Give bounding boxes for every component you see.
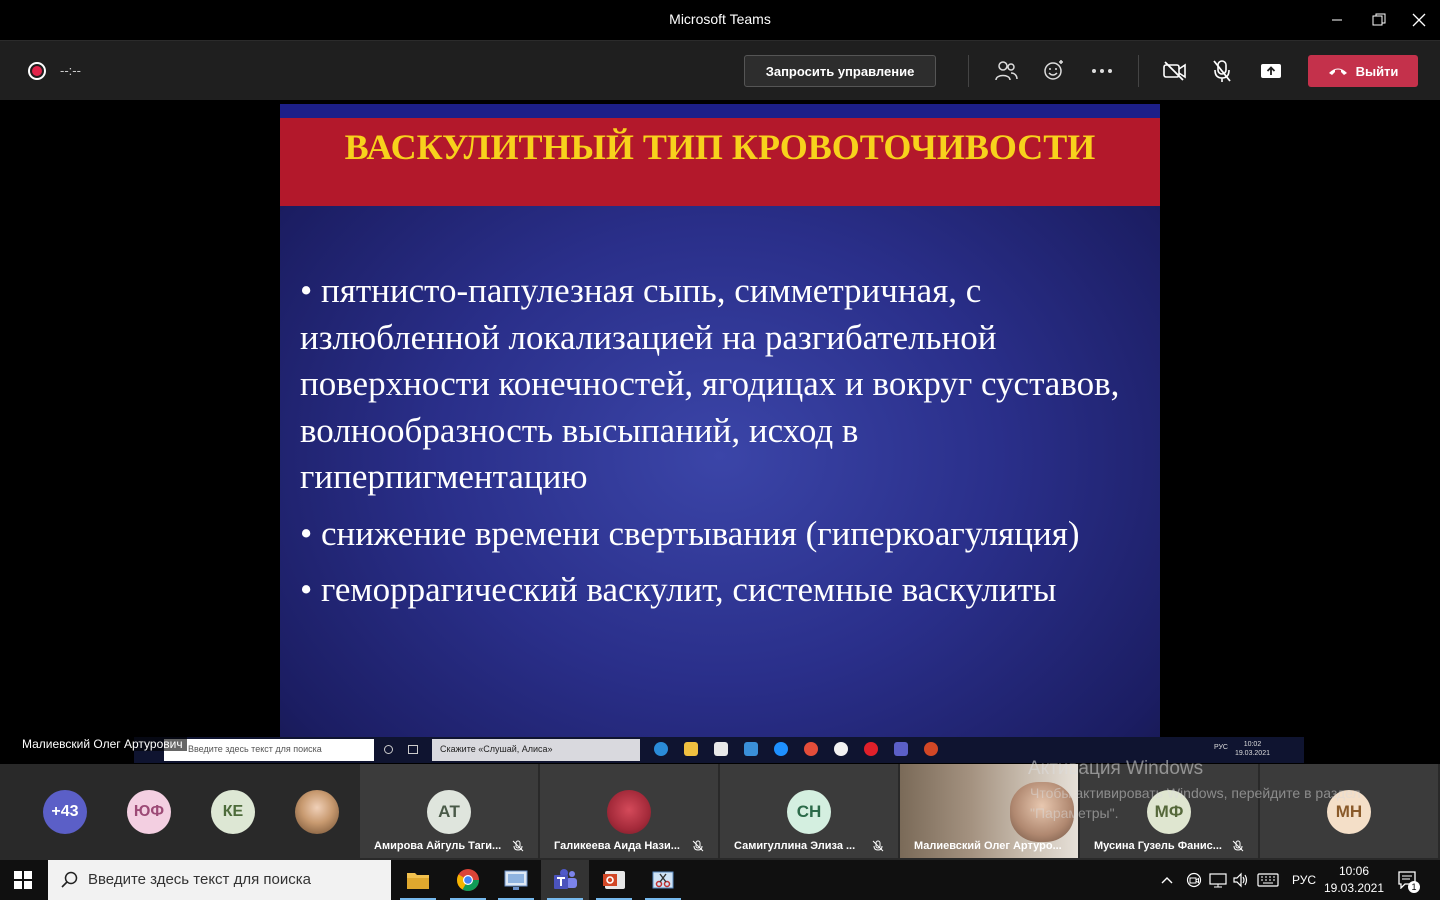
presenter-name: Малиевский Олег Артурович [18, 737, 187, 751]
minimize-icon[interactable] [1314, 0, 1360, 40]
hang-up-icon [1328, 68, 1347, 75]
avatar[interactable]: ЮФ [127, 790, 171, 834]
cortana-icon [384, 745, 393, 754]
teams-icon [894, 742, 908, 756]
presenter-search-box: Введите здесь текст для поиска [164, 739, 374, 761]
leave-button[interactable]: Выйти [1308, 55, 1418, 87]
opera-icon [864, 742, 878, 756]
meeting-toolbar: --:-- Запросить управление Выйти [0, 40, 1440, 100]
close-icon[interactable] [1396, 0, 1440, 40]
reactions-icon[interactable] [1040, 57, 1068, 85]
title-bar: Microsoft Teams [0, 0, 1440, 40]
shared-screen: ВАСКУЛИТНЫЙ ТИП КРОВОТОЧИВОСТИ • пятнист… [0, 100, 1440, 764]
notification-badge: 1 [1408, 881, 1420, 893]
participant-name: Малиевский Олег Артуро... [914, 840, 1062, 852]
participant-name: Амирова Айгуль Таги... [374, 840, 502, 852]
task-view-icon [408, 745, 418, 754]
presentation-slide: ВАСКУЛИТНЫЙ ТИП КРОВОТОЧИВОСТИ • пятнист… [280, 104, 1160, 744]
yandex-icon [834, 742, 848, 756]
scissors-icon [652, 871, 674, 889]
presentation-icon [603, 871, 625, 889]
windows-activation-text: Чтобы активировать Windows, перейдите в … [1030, 785, 1361, 821]
mail-icon [744, 742, 758, 756]
overflow-participants[interactable]: +43 [43, 790, 87, 834]
request-control-button[interactable]: Запросить управление [744, 55, 936, 87]
mic-muted-icon [1232, 840, 1244, 852]
mic-muted-icon [512, 840, 524, 852]
slide-bullet: • пятнисто-папулезная сыпь, симметричная… [300, 271, 1120, 496]
slide-title: ВАСКУЛИТНЫЙ ТИП КРОВОТОЧИВОСТИ [344, 127, 1096, 167]
presenter-time: 10:02 [1243, 741, 1262, 748]
windows-activation-title: Активация Windows [1028, 758, 1204, 779]
avatar-photo[interactable] [295, 790, 339, 834]
slide-bullet: • снижение времени свертывания (гиперкоа… [300, 513, 1080, 553]
window-title: Microsoft Teams [669, 11, 771, 27]
taskbar-teams[interactable] [541, 860, 589, 900]
camera-off-icon[interactable] [1161, 57, 1189, 85]
avatar: АТ [427, 790, 471, 834]
monitor-icon [504, 870, 528, 890]
toolbar-divider [1138, 55, 1139, 87]
taskbar-search-placeholder: Введите здесь текст для поиска [88, 871, 311, 888]
powerpoint-icon [924, 742, 938, 756]
participants-icon[interactable] [992, 57, 1020, 85]
volume-icon[interactable] [1232, 860, 1250, 900]
taskbar-clock[interactable]: 10:06 19.03.2021 [1322, 863, 1386, 897]
avatar[interactable]: КЕ [211, 790, 255, 834]
taskbar-powerpoint[interactable] [590, 860, 638, 900]
leave-label: Выйти [1355, 63, 1399, 79]
folder-icon [407, 873, 429, 889]
network-icon[interactable] [1209, 860, 1227, 900]
recording-indicator-icon [28, 62, 46, 80]
edge-icon [654, 742, 668, 756]
input-language[interactable]: РУС [1292, 860, 1316, 900]
toolbar-divider [968, 55, 969, 87]
alice-search-box: Скажите «Слушай, Алиса» [432, 739, 640, 761]
slide-bullet: • геморрагический васкулит, системные ва… [300, 570, 1057, 609]
taskbar-explorer[interactable] [394, 860, 442, 900]
chrome-icon [457, 869, 479, 891]
windows-taskbar: Введите здесь текст для поиска РУС 10:06… [0, 860, 1440, 900]
more-options-icon[interactable] [1088, 57, 1116, 85]
teams-icon [554, 869, 577, 889]
mic-off-icon[interactable] [1208, 57, 1236, 85]
ie-icon [774, 742, 788, 756]
participant-name: Галикеева Аида Нази... [554, 840, 680, 852]
taskbar-search-input[interactable]: Введите здесь текст для поиска [48, 860, 391, 900]
presenter-date: 19.03.2021 [1234, 750, 1270, 757]
presenter-clock: 10:02 19.03.2021 [1235, 740, 1270, 758]
share-screen-icon[interactable] [1257, 57, 1285, 85]
chrome-icon [804, 742, 818, 756]
avatar: СН [787, 790, 831, 834]
presenter-tray-lang: РУС [1213, 744, 1228, 751]
participant-tile[interactable]: СН Самигуллина Элиза ... [720, 764, 898, 858]
slide-top-stripe [280, 104, 1160, 118]
meet-now-icon[interactable] [1186, 860, 1202, 900]
participant-tile[interactable]: Галикеева Аида Нази... [540, 764, 718, 858]
store-icon [714, 742, 728, 756]
notifications-icon[interactable]: 1 [1398, 860, 1420, 900]
mic-muted-icon [692, 840, 704, 852]
taskbar-date: 19.03.2021 [1323, 881, 1385, 895]
taskbar-time: 10:06 [1338, 864, 1370, 878]
taskbar-remote-app[interactable] [492, 860, 540, 900]
search-icon [61, 871, 78, 888]
keyboard-icon[interactable] [1257, 860, 1279, 900]
avatar-photo [607, 790, 651, 834]
windows-start-icon[interactable] [14, 871, 32, 889]
participant-name: Мусина Гузель Фанис... [1094, 840, 1222, 852]
participant-name: Самигуллина Элиза ... [734, 840, 856, 852]
slide-bullet-list: • пятнисто-папулезная сыпь, симметричная… [300, 268, 1150, 624]
meeting-timer: --:-- [60, 63, 81, 78]
taskbar-snipping-tool[interactable] [639, 860, 687, 900]
tray-chevron-icon[interactable] [1160, 860, 1174, 900]
folder-icon [684, 742, 698, 756]
taskbar-chrome[interactable] [444, 860, 492, 900]
mic-muted-icon [872, 840, 884, 852]
participant-tile[interactable]: АТ Амирова Айгуль Таги... [360, 764, 538, 858]
